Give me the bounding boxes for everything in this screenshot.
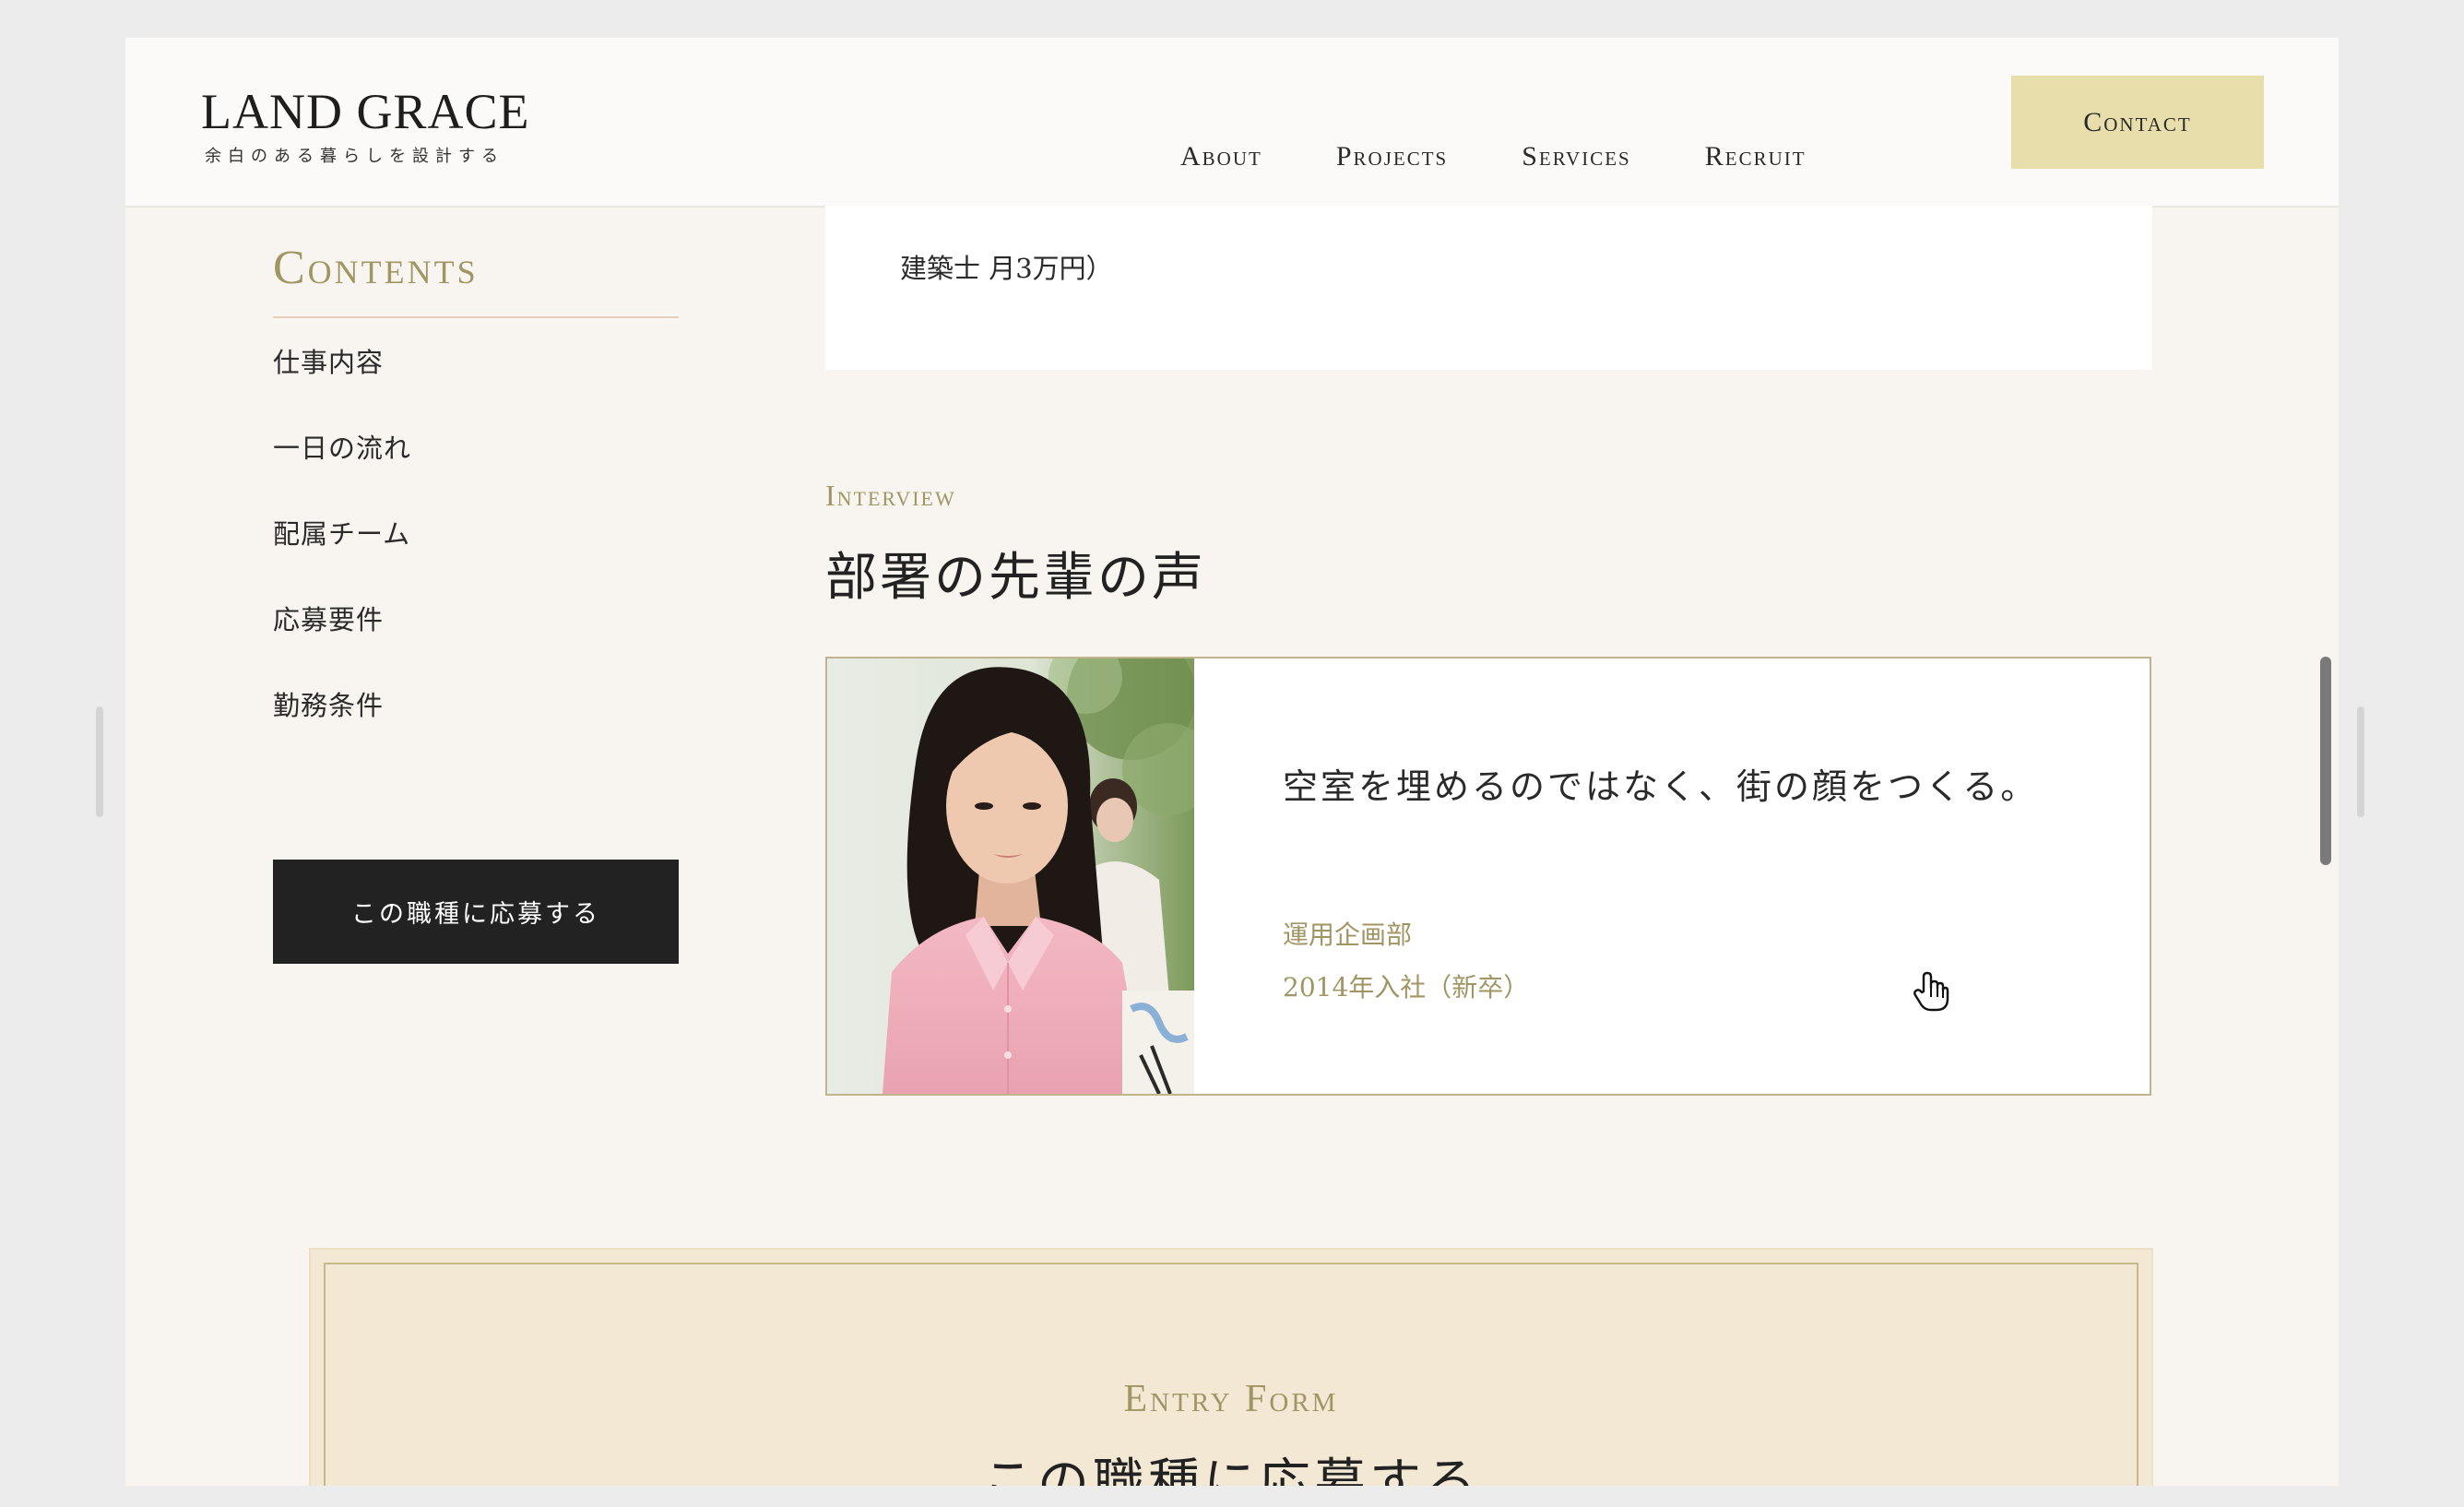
interview-eyebrow: Interview <box>825 479 956 512</box>
right-edge-handle <box>2357 706 2364 817</box>
contents-title: Contents <box>273 242 479 294</box>
brand-logo[interactable]: LAND GRACE 余白のある暮らしを設計する <box>201 86 530 167</box>
nav-link-services[interactable]: Services <box>1522 141 1631 172</box>
salary-info-text: 建築士 月3万円） <box>900 253 1113 284</box>
nav-link-projects[interactable]: Projects <box>1336 141 1448 172</box>
contents-sidebar: Contents 仕事内容 一日の流れ 配属チーム 応募要件 勤務条件 この職種… <box>273 241 679 964</box>
global-nav: About Projects Services Recruit <box>1180 141 1880 172</box>
left-edge-handle <box>96 706 103 817</box>
brand-tagline: 余白のある暮らしを設計する <box>205 147 504 166</box>
toc-list: 仕事内容 一日の流れ 配属チーム 応募要件 勤務条件 <box>273 344 679 773</box>
brand-name: LAND GRACE <box>201 84 530 139</box>
interview-quote: 空室を埋めるのではなく、街の顔をつくる。 <box>1283 766 2039 807</box>
interview-photo <box>827 659 1194 1094</box>
entry-form-section: Entry Form この職種に応募する <box>309 1248 2153 1486</box>
toc-item-working-conditions[interactable]: 勤務条件 <box>273 687 679 773</box>
site-header: LAND GRACE 余白のある暮らしを設計する About Projects … <box>125 38 2339 208</box>
browser-viewport: LAND GRACE 余白のある暮らしを設計する About Projects … <box>125 38 2339 1486</box>
nav-link-recruit[interactable]: Recruit <box>1705 141 1807 172</box>
interview-department: 運用企画部 <box>1283 920 1413 950</box>
interview-card[interactable]: 空室を埋めるのではなく、街の顔をつくる。 運用企画部 2014年入社（新卒） <box>825 657 2151 1096</box>
toc-item-requirements[interactable]: 応募要件 <box>273 601 679 687</box>
toc-item-job-description[interactable]: 仕事内容 <box>273 344 679 430</box>
salary-info-card: 建築士 月3万円） <box>825 206 2152 370</box>
contact-button[interactable]: Contact <box>2011 76 2264 169</box>
page-scrollbar[interactable] <box>2320 657 2331 865</box>
entry-form-heading: この職種に応募する <box>982 1454 1480 1486</box>
hand-pointer-icon <box>1913 971 1949 1012</box>
interview-joined-year: 2014年入社（新卒） <box>1283 972 1530 1003</box>
interview-heading: 部署の先輩の声 <box>825 548 1206 608</box>
toc-item-assigned-team[interactable]: 配属チーム <box>273 516 679 601</box>
nav-link-about[interactable]: About <box>1180 141 1262 172</box>
entry-form-eyebrow: Entry Form <box>1123 1378 1339 1420</box>
toc-item-daily-flow[interactable]: 一日の流れ <box>273 430 679 516</box>
contents-divider <box>273 316 679 318</box>
apply-button[interactable]: この職種に応募する <box>273 860 679 964</box>
